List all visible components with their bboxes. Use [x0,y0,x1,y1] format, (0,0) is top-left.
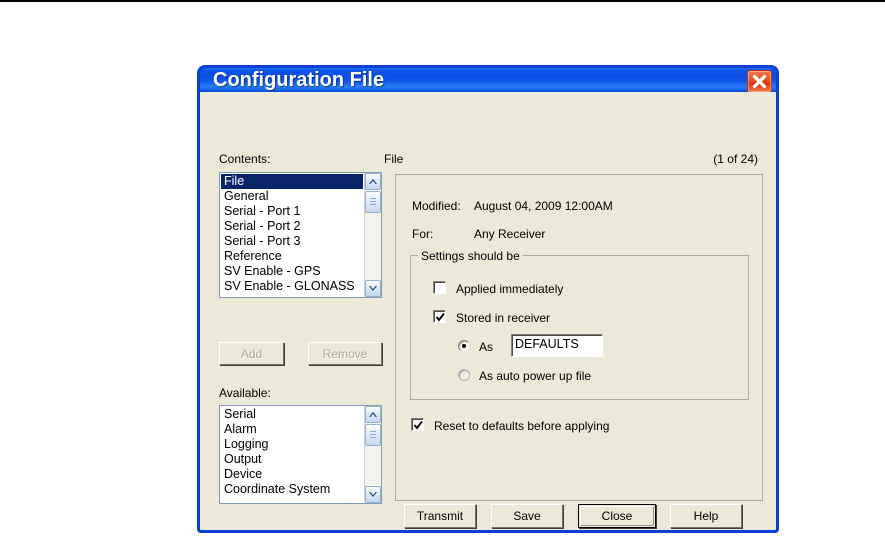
dialog-title: Configuration File [213,69,385,91]
as-radio-dot [462,344,466,348]
list-item[interactable]: Alarm [221,422,363,437]
page-top-rule [0,0,885,2]
scrollbar-grip-icon [370,198,376,207]
close-icon[interactable] [747,70,772,92]
stored-in-receiver-label: Stored in receiver [456,311,551,325]
configuration-file-dialog: Configuration File Contents: File Genera… [197,65,779,533]
help-button-label: Help [693,509,719,523]
list-item[interactable]: Output [221,452,363,467]
modified-label: Modified: [412,199,461,213]
contents-listbox-items: File General Serial - Port 1 Serial - Po… [221,174,363,296]
scrollbar-thumb[interactable] [365,424,381,446]
scroll-up-arrow-icon[interactable] [365,406,381,423]
close-button[interactable]: Close [578,504,656,528]
modified-value: August 04, 2009 12:00AM [474,199,613,213]
list-item[interactable]: Serial [221,407,363,422]
add-button-label: Add [240,346,263,361]
as-label: As [479,340,494,354]
for-label: For: [412,227,434,241]
applied-immediately-label: Applied immediately [456,282,564,296]
list-item[interactable]: Coordinate System [221,482,363,497]
scroll-down-arrow-icon[interactable] [365,280,381,297]
remove-button-label: Remove [322,346,368,361]
settings-should-be-title: Settings should be [418,249,523,263]
as-name-input[interactable]: DEFAULTS [511,334,603,357]
transmit-button[interactable]: Transmit [404,504,476,528]
applied-immediately-checkbox[interactable] [433,281,446,294]
list-item[interactable]: Device [221,467,363,482]
contents-listbox[interactable]: File General Serial - Port 1 Serial - Po… [219,172,382,298]
available-listbox[interactable]: Serial Alarm Logging Output Device Coord… [219,405,382,504]
save-button-label: Save [513,509,541,523]
page-counter: (1 of 24) [713,152,758,166]
help-button[interactable]: Help [670,504,742,528]
transmit-button-label: Transmit [416,509,464,523]
list-item[interactable]: Reference [221,249,363,264]
as-auto-power-up-radio[interactable] [458,369,470,381]
save-button[interactable]: Save [491,504,563,528]
scroll-up-arrow-icon[interactable] [365,173,381,190]
contents-label: Contents: [219,152,271,166]
list-item[interactable]: File [221,174,363,189]
remove-button: Remove [308,342,382,365]
as-auto-power-up-label: As auto power up file [479,369,592,383]
as-radio[interactable] [458,340,470,352]
list-item[interactable]: SV Enable - GLONASS [221,279,363,294]
scrollbar-grip-icon [370,431,376,440]
dialog-titlebar[interactable]: Configuration File [197,65,779,92]
settings-panel: Modified: August 04, 2009 12:00AM For: A… [395,174,763,501]
close-button-label: Close [601,509,633,523]
stored-in-receiver-checkbox[interactable] [433,310,446,323]
add-button: Add [219,342,284,365]
scroll-down-arrow-icon[interactable] [365,486,381,503]
available-listbox-items: Serial Alarm Logging Output Device Coord… [221,407,363,502]
scrollbar-thumb[interactable] [365,191,381,213]
settings-should-be-group: Settings should be Applied immediately S… [410,249,749,400]
for-value: Any Receiver [474,227,546,241]
list-item[interactable]: SV Enable - GPS [221,264,363,279]
available-scrollbar[interactable] [364,406,381,503]
list-item[interactable]: Logging [221,437,363,452]
list-item[interactable]: Serial - Port 3 [221,234,363,249]
list-item[interactable]: General [221,189,363,204]
list-item[interactable]: Serial - Port 1 [221,204,363,219]
contents-scrollbar[interactable] [364,173,381,297]
section-title: File [384,152,404,166]
reset-to-defaults-label: Reset to defaults before applying [434,419,610,433]
list-item[interactable]: Serial - Port 2 [221,219,363,234]
reset-to-defaults-checkbox[interactable] [411,418,424,431]
available-label: Available: [219,386,271,400]
